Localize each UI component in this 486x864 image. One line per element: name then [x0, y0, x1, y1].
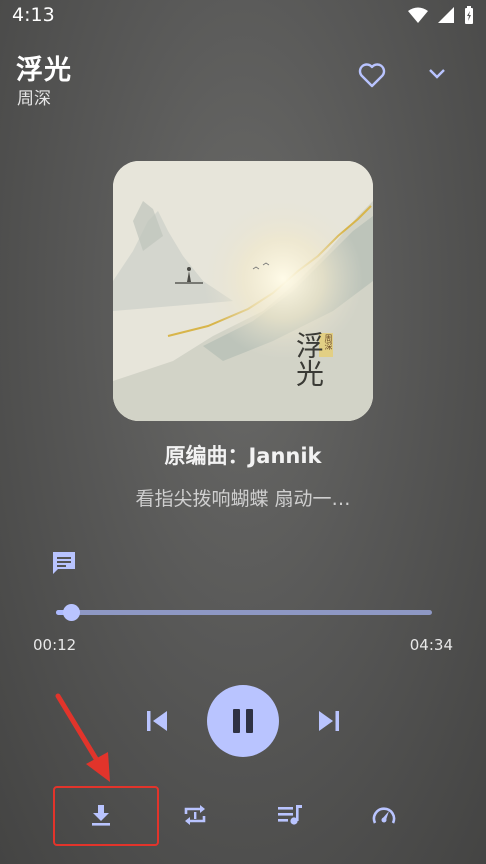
song-artist: 周深	[17, 89, 51, 109]
playlist-icon[interactable]	[276, 802, 304, 828]
speed-icon[interactable]	[370, 802, 398, 828]
lyric-line-next: 看指尖拨响蝴蝶 扇动一…	[135, 488, 351, 510]
cover-calligraphy: 浮光	[292, 331, 325, 387]
signal-icon	[438, 7, 454, 23]
skip-previous-icon[interactable]	[144, 708, 170, 734]
wifi-icon	[408, 7, 428, 23]
album-cover: 周深 浮光	[113, 161, 373, 421]
progress-track[interactable]	[56, 610, 432, 615]
comment-icon[interactable]	[50, 549, 78, 577]
annotation-arrow	[55, 693, 110, 782]
current-time: 00:12	[33, 636, 77, 654]
heart-icon[interactable]	[358, 62, 386, 88]
progress-thumb[interactable]	[63, 604, 81, 621]
skip-next-icon[interactable]	[316, 708, 342, 734]
status-time: 4:13	[12, 4, 55, 26]
album-art-landscape	[113, 161, 373, 421]
lyric-line-current: 原编曲：Jannik	[164, 444, 322, 468]
pause-button[interactable]	[207, 685, 279, 757]
repeat-icon[interactable]	[182, 802, 208, 828]
chevron-down-icon[interactable]	[426, 66, 448, 82]
status-icons	[408, 6, 474, 24]
pause-icon	[233, 709, 253, 733]
total-time: 04:34	[409, 636, 453, 654]
download-icon[interactable]	[88, 802, 114, 828]
battery-icon	[465, 6, 473, 24]
song-title: 浮光	[16, 55, 72, 86]
